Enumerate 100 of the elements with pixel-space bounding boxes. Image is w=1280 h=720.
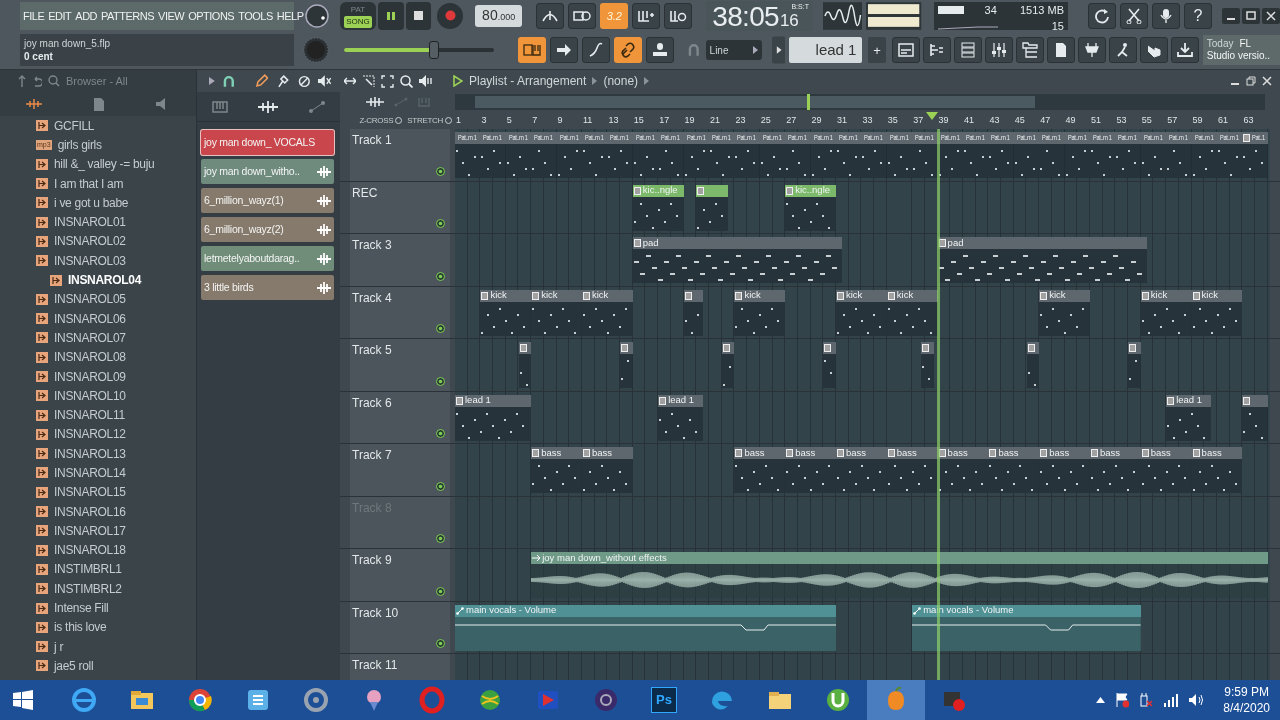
track-header[interactable]: Track 6 (350, 391, 450, 443)
browser-item[interactable]: INSNAROL16 (54, 502, 126, 521)
browser-item[interactable]: INSNAROL18 (54, 541, 126, 560)
news-day: Today (1206, 38, 1234, 51)
browser-item[interactable]: INSNAROL03 (54, 251, 126, 270)
browser-item[interactable]: INSNAROL05 (54, 290, 126, 309)
browser-item[interactable]: hill &_ valley -= buju (54, 155, 155, 174)
track-header[interactable]: Track 3 (350, 234, 450, 286)
track-name[interactable]: Track 9 (352, 551, 392, 569)
bar-number: 45 (1014, 114, 1025, 127)
bar-number: 9 (557, 114, 563, 127)
bar-number: 27 (786, 114, 797, 127)
pattern-song-switch[interactable]: PAT SONG (340, 1, 376, 30)
track-lane[interactable]: joy man down_without effects (455, 549, 1270, 601)
browser-item[interactable]: i ve got u babe (54, 193, 129, 212)
bar-number: 47 (1040, 114, 1051, 127)
bar-number: 17 (659, 114, 670, 127)
tempo-fraction: .000 (497, 11, 516, 24)
track-name[interactable]: Track 11 (352, 656, 398, 674)
bar-number: 3 (481, 114, 487, 127)
help-button[interactable]: ? (1184, 2, 1212, 29)
menu-item[interactable]: PATTERNS (101, 7, 155, 24)
pattern-selector-field[interactable]: lead 1 (789, 37, 863, 64)
browser-item[interactable]: INSNAROL17 (54, 521, 126, 540)
track-lane[interactable]: kick kick kick kick kick kick kick kick kick (455, 286, 1270, 338)
time-value: 38:05 (712, 2, 779, 31)
browser-item[interactable]: INSNAROL08 (54, 348, 126, 367)
track-name[interactable]: Track 3 (352, 236, 392, 254)
browser-item[interactable]: girls girls (57, 135, 102, 154)
browser-item[interactable]: GCFILL (54, 116, 95, 135)
clock-time[interactable]: 9:59 PM (1224, 684, 1269, 700)
menu-item[interactable]: ADD (75, 7, 98, 24)
track-name[interactable]: REC (352, 183, 378, 202)
track-header[interactable]: Track 11 (350, 654, 450, 680)
track-header[interactable]: Track 7 (350, 444, 450, 496)
bar-number: 41 (964, 114, 974, 127)
track-lane[interactable]: pad pad (455, 234, 1270, 286)
clip-source-item[interactable]: 6_million_wayz(2) (201, 217, 334, 242)
stretch-label: STRETCH (407, 114, 443, 127)
track-name[interactable]: Track 5 (352, 341, 392, 359)
browser-item[interactable]: INSNAROL13 (54, 444, 126, 463)
track-name[interactable]: Track 10 (352, 603, 399, 622)
track-name[interactable]: Track 1 (352, 131, 392, 149)
bar-number: 15 (633, 114, 644, 127)
bar-number: 25 (760, 114, 771, 127)
track-name[interactable]: Track 6 (352, 393, 392, 412)
bar-number: 11 (583, 114, 593, 127)
track-lane[interactable]: main vocals - Volume main vocals - Volume (455, 601, 1270, 653)
clip-source-item[interactable]: 6_million_wayz(1) (201, 188, 334, 213)
track-header[interactable]: Track 10 (350, 601, 450, 653)
browser-item[interactable]: Intense Fill (54, 599, 109, 618)
browser-item[interactable]: I am that I am (54, 174, 124, 193)
track-header[interactable]: Track 4 (350, 286, 450, 338)
clip-source-item[interactable]: joy man down_witho.. (201, 159, 334, 184)
mode-option[interactable]: SONG (344, 15, 372, 28)
browser-item[interactable]: INSNAROL01 (54, 213, 126, 232)
track-header[interactable]: Track 9 (350, 549, 450, 601)
snap-dropdown[interactable]: Line (705, 40, 762, 61)
photoshop-app-button[interactable]: Ps (651, 687, 677, 713)
browser-item[interactable]: jae5 roll (54, 656, 94, 675)
browser-item[interactable]: INSNAROL12 (54, 425, 126, 444)
track-header[interactable]: Track 5 (350, 339, 450, 391)
browser-item[interactable]: INSTIMBRL1 (54, 560, 122, 579)
menu-item[interactable]: TOOLS (238, 7, 273, 24)
browser-item[interactable]: INSTIMBRL2 (54, 579, 122, 598)
news-panel[interactable]: Today FL Studio versio.. (1202, 35, 1280, 66)
bar-number: 7 (532, 114, 538, 127)
track-lane[interactable]: bass bass bass bass bass bass bass bass bass bass bass bass (455, 444, 1270, 496)
menu-item[interactable]: OPTIONS (188, 7, 235, 24)
browser-item[interactable]: INSNAROL02 (54, 232, 126, 251)
browser-item[interactable]: INSNAROL14 (54, 464, 126, 482)
menu-item[interactable]: EDIT (48, 7, 72, 24)
menu-item[interactable]: FILE (23, 7, 45, 24)
tempo-field[interactable]: 80.000 (474, 4, 523, 27)
browser-item[interactable]: INSNAROL11 (54, 406, 125, 425)
pattern-name[interactable]: (none) (603, 72, 639, 90)
bar-number: 13 (608, 114, 619, 127)
add-pattern-button[interactable]: + (868, 37, 886, 64)
clock-date[interactable]: 8/4/2020 (1223, 700, 1270, 716)
track-header[interactable]: REC (350, 181, 450, 233)
menu-item[interactable]: VIEW (158, 7, 185, 24)
clip-source-item[interactable]: joy man down_ VOCALS (201, 130, 334, 155)
browser-item[interactable]: is this love (54, 618, 107, 637)
browser-item[interactable]: INSNAROL15 (54, 483, 126, 502)
browser-item[interactable]: INSNAROL10 (54, 386, 126, 405)
clip-source-item[interactable]: 3 little birds (201, 275, 334, 300)
browser-item[interactable]: INSNAROL06 (54, 309, 126, 328)
track-header[interactable]: Track 1 (350, 129, 450, 181)
browser-item[interactable]: INSNAROL09 (54, 367, 126, 386)
mode-option[interactable]: PAT (348, 3, 368, 16)
clip-source-item[interactable]: letmetelyaboutdarag.. (201, 246, 334, 271)
browser-item[interactable]: j r (54, 637, 64, 656)
bar-number: 5 (506, 114, 512, 127)
track-name[interactable]: Track 4 (352, 288, 392, 307)
bar-number: 59 (1192, 114, 1203, 127)
menu-item[interactable]: HELP (276, 7, 304, 24)
track-lane[interactable]: lead 1 lead 1 lead 1 (455, 391, 1270, 443)
browser-item[interactable]: INSNAROL04 (68, 271, 141, 289)
browser-item[interactable]: INSNAROL07 (54, 328, 126, 347)
track-name[interactable]: Track 7 (352, 446, 392, 464)
